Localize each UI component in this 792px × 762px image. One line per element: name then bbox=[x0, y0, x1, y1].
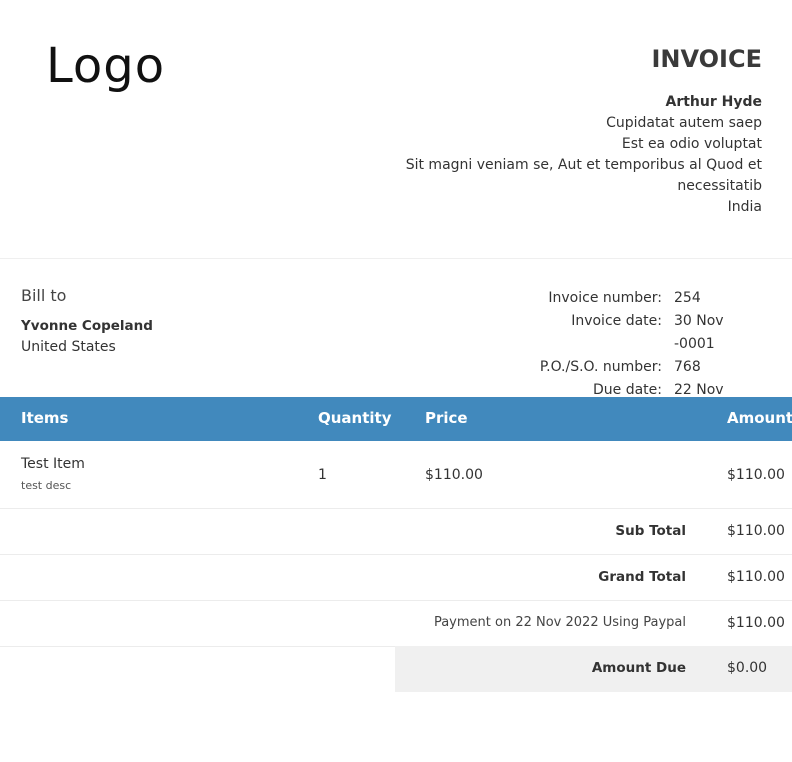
sub-total-label: Sub Total bbox=[615, 523, 686, 539]
sender-address: Arthur Hyde Cupidatat autem saep Est ea … bbox=[382, 92, 762, 218]
payment-row: Payment on 22 Nov 2022 Using Paypal $110… bbox=[0, 601, 792, 647]
meta-key: Invoice date: bbox=[571, 313, 662, 329]
amount-due-row: Amount Due $0.00 bbox=[0, 646, 792, 692]
invoice-title: INVOICE bbox=[651, 45, 762, 73]
item-amount: $110.00 bbox=[727, 467, 785, 483]
header-amount: Amount bbox=[727, 409, 792, 427]
sender-name: Arthur Hyde bbox=[665, 94, 762, 110]
grand-total-label: Grand Total bbox=[598, 569, 686, 585]
header-items: Items bbox=[21, 409, 69, 427]
sender-line1: Cupidatat autem saep bbox=[606, 115, 762, 131]
meta-row: Invoice date: 30 Nov -0001 bbox=[462, 310, 762, 356]
logo: Logo bbox=[46, 38, 166, 94]
meta-row: P.O./S.O. number: 768 bbox=[462, 356, 762, 379]
bill-to-label: Bill to bbox=[21, 286, 67, 305]
meta-row: Invoice number: 254 bbox=[462, 287, 762, 310]
meta-key: Invoice number: bbox=[548, 290, 662, 306]
meta-key: P.O./S.O. number: bbox=[539, 359, 662, 375]
sub-total-value: $110.00 bbox=[727, 523, 785, 539]
sub-total-row: Sub Total $110.00 bbox=[0, 509, 792, 555]
header-price: Price bbox=[425, 409, 468, 427]
amount-due-value: $0.00 bbox=[727, 660, 768, 676]
item-description: test desc bbox=[21, 479, 72, 492]
grand-total-row: Grand Total $110.00 bbox=[0, 555, 792, 601]
meta-value: 30 Nov -0001 bbox=[674, 313, 724, 352]
item-price: $110.00 bbox=[425, 467, 483, 483]
bill-to-name: Yvonne Copeland bbox=[21, 318, 153, 334]
amount-due-label: Amount Due bbox=[591, 660, 686, 676]
sender-country: India bbox=[727, 199, 762, 215]
meta-value: 254 bbox=[674, 290, 701, 306]
payment-value: $110.00 bbox=[727, 615, 785, 631]
header-quantity: Quantity bbox=[318, 409, 392, 427]
items-table-header: Items Quantity Price Amount bbox=[0, 397, 792, 441]
header-divider bbox=[0, 258, 792, 259]
grand-total-value: $110.00 bbox=[727, 569, 785, 585]
sender-line2: Est ea odio voluptat bbox=[621, 136, 762, 152]
meta-value: 768 bbox=[674, 359, 701, 375]
table-row: Test Item test desc 1 $110.00 $110.00 bbox=[0, 441, 792, 509]
item-quantity: 1 bbox=[318, 467, 327, 483]
bill-to-country: United States bbox=[21, 339, 116, 355]
item-name: Test Item bbox=[21, 456, 85, 472]
sender-line3: Sit magni veniam se, Aut et temporibus a… bbox=[405, 157, 762, 194]
payment-label: Payment on 22 Nov 2022 Using Paypal bbox=[433, 615, 686, 630]
